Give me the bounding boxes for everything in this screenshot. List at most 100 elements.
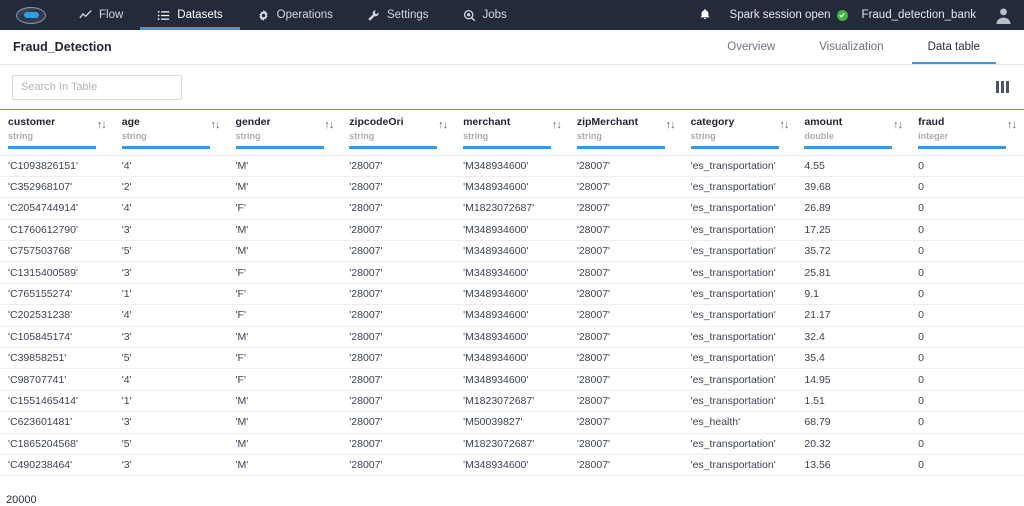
table-row[interactable]: 'C202531238' '4' 'F' '28007' 'M348934600' '28… (0, 304, 1024, 327)
dataset-tabs: Overview Visualization Data table (705, 30, 1024, 64)
cell-zipMerchant: '28007' (568, 304, 683, 327)
table-row[interactable]: 'C1760612790' '3' 'M' '28007' 'M348934600' '2… (0, 219, 1024, 242)
cell-amount: 20.32 (796, 433, 911, 455)
cell-zipMerchant: '28007' (568, 197, 683, 220)
nav-item-settings[interactable]: Settings (350, 0, 446, 30)
table-row[interactable]: 'C1093826151' '4' 'M' '28007' 'M348934600' '2… (0, 155, 1024, 177)
column-fill-meter (463, 145, 552, 149)
table-row[interactable]: 'C757503768' '5' 'M' '28007' 'M348934600' '28… (0, 240, 1024, 263)
user-avatar-icon[interactable] (990, 2, 1016, 28)
cell-zipcodeOri: '28007' (341, 454, 456, 477)
cell-merchant: 'M348934600' (455, 326, 569, 349)
cell-gender: 'M' (227, 176, 342, 199)
nav-item-operations[interactable]: Operations (240, 0, 350, 30)
table-row[interactable]: 'C490238464' '3' 'M' '28007' 'M348934600' '28… (0, 454, 1024, 477)
cell-amount: 39.68 (796, 176, 911, 199)
column-fill-meter (121, 145, 210, 149)
sort-updown-icon[interactable]: ↑↓ (1007, 119, 1017, 131)
column-header-customer[interactable]: customer string ↑↓ (0, 110, 114, 156)
flow-icon (79, 9, 92, 22)
nav-item-datasets[interactable]: Datasets (140, 0, 241, 30)
sort-updown-icon[interactable]: ↑↓ (211, 119, 221, 131)
cell-fraud: 0 (910, 347, 1024, 370)
cell-gender: 'F' (227, 304, 342, 327)
sort-updown-icon[interactable]: ↑↓ (666, 119, 676, 131)
column-type-label: string (121, 131, 147, 141)
table-row[interactable]: 'C1551465414' '1' 'M' '28007' 'M1823072687' '… (0, 390, 1024, 413)
dataiku-logo[interactable] (0, 0, 62, 30)
sort-updown-icon[interactable]: ↑↓ (552, 119, 562, 131)
cell-fraud: 0 (910, 261, 1024, 284)
table-row[interactable]: 'C352968107' '2' 'M' '28007' 'M348934600' '28… (0, 176, 1024, 199)
cell-category: 'es_transportation' (682, 390, 797, 413)
column-header-age[interactable]: age string ↑↓ (113, 110, 228, 156)
search-input[interactable] (12, 74, 182, 100)
cell-age: '3' (113, 219, 228, 242)
cell-zipMerchant: '28007' (568, 176, 683, 199)
cell-fraud: 0 (910, 433, 1024, 455)
table-row[interactable]: 'C98707741' '4' 'F' '28007' 'M348934600' '280… (0, 368, 1024, 391)
sort-updown-icon[interactable]: ↑↓ (97, 119, 107, 131)
cell-gender: 'F' (227, 368, 342, 391)
sort-updown-icon[interactable]: ↑↓ (779, 119, 789, 131)
cell-amount: 13.56 (796, 454, 911, 477)
table-row[interactable]: 'C105845174' '3' 'M' '28007' 'M348934600' '28… (0, 326, 1024, 349)
bell-icon[interactable] (694, 8, 716, 22)
table-row[interactable]: 'C1865204568' '5' 'M' '28007' 'M1823072687' '… (0, 433, 1024, 455)
column-fill-meter (576, 145, 665, 149)
logo-inner-shape (23, 12, 39, 18)
cell-merchant: 'M348934600' (455, 347, 569, 370)
column-name-label: amount (804, 116, 843, 128)
cell-gender: 'F' (227, 347, 342, 370)
column-header-category[interactable]: category string ↑↓ (682, 110, 797, 156)
cell-fraud: 0 (910, 283, 1024, 306)
sort-updown-icon[interactable]: ↑↓ (324, 119, 334, 131)
cell-customer: 'C202531238' (0, 304, 114, 327)
cell-category: 'es_transportation' (682, 347, 797, 370)
column-name-label: merchant (463, 116, 511, 128)
column-header-merchant[interactable]: merchant string ↑↓ (455, 110, 569, 156)
column-header-gender[interactable]: gender string ↑↓ (227, 110, 342, 156)
table-row[interactable]: 'C623601481' '3' 'M' '28007' 'M50039827' '280… (0, 411, 1024, 434)
page-title: Fraud_Detection (13, 40, 112, 54)
cell-category: 'es_transportation' (682, 454, 797, 477)
column-header-zipcodeOri[interactable]: zipcodeOri string ↑↓ (341, 110, 456, 156)
cell-merchant: 'M348934600' (455, 240, 569, 263)
project-name-label[interactable]: Fraud_detection_bank (862, 9, 976, 21)
sort-updown-icon[interactable]: ↑↓ (438, 119, 448, 131)
cell-zipcodeOri: '28007' (341, 176, 456, 199)
column-fill-meter (8, 145, 96, 149)
column-header-zipMerchant[interactable]: zipMerchant string ↑↓ (568, 110, 683, 156)
cell-category: 'es_transportation' (682, 155, 797, 177)
table-row[interactable]: 'C2054744914' '4' 'F' '28007' 'M1823072687' '… (0, 197, 1024, 220)
column-header-fraud[interactable]: fraud integer ↑↓ (910, 110, 1024, 156)
table-row[interactable]: 'C765155274' '1' 'F' '28007' 'M348934600' '28… (0, 283, 1024, 306)
tab-data-table[interactable]: Data table (906, 30, 1002, 64)
cell-merchant: 'M348934600' (455, 454, 569, 477)
gear-icon (257, 9, 270, 22)
column-type-label: double (804, 131, 834, 141)
tab-overview[interactable]: Overview (705, 30, 797, 64)
column-name-label: age (121, 116, 140, 128)
column-fill-meter (804, 145, 893, 149)
column-name-label: customer (8, 116, 56, 128)
data-table-scroll-area[interactable]: customer string ↑↓ age string ↑↓ gender string ↑… (0, 110, 1024, 492)
table-row[interactable]: 'C39858251' '5' 'F' '28007' 'M348934600' '280… (0, 347, 1024, 370)
cell-zipMerchant: '28007' (568, 347, 683, 370)
column-type-label: string (576, 131, 602, 141)
cell-gender: 'M' (227, 219, 342, 242)
columns-toggle-icon[interactable] (993, 78, 1013, 96)
nav-item-jobs[interactable]: Jobs (446, 0, 524, 30)
cell-amount: 4.55 (796, 155, 911, 177)
logo-badge (16, 6, 46, 24)
nav-item-flow[interactable]: Flow (62, 0, 140, 30)
cell-customer: 'C1315400589' (0, 261, 114, 284)
column-type-label: string (8, 131, 34, 141)
sort-updown-icon[interactable]: ↑↓ (893, 119, 903, 131)
table-row[interactable]: 'C1315400589' '3' 'F' '28007' 'M348934600' '2… (0, 261, 1024, 284)
column-header-amount[interactable]: amount double ↑↓ (796, 110, 911, 156)
tab-visualization[interactable]: Visualization (797, 30, 905, 64)
cell-merchant: 'M1823072687' (455, 390, 569, 413)
cell-zipMerchant: '28007' (568, 433, 683, 455)
column-name-label: gender (235, 116, 271, 128)
